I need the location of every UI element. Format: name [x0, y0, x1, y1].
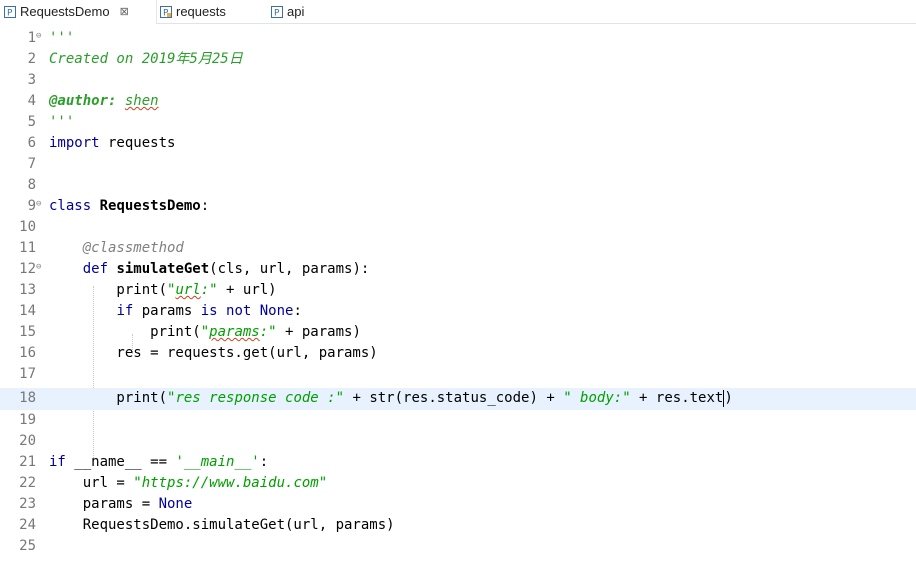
line-number: 22	[19, 475, 36, 491]
line-number: 15	[19, 324, 36, 340]
code-line: 17	[0, 364, 916, 385]
svg-text:P: P	[274, 9, 280, 19]
line-number: 2	[27, 51, 36, 67]
fold-collapse-icon[interactable]: ⊖	[36, 263, 45, 272]
code-line: 6 import requests	[0, 133, 916, 154]
tab-requestsdemo[interactable]: P RequestsDemo ⊠	[0, 0, 157, 24]
code-line: 24 RequestsDemo.simulateGet(url, params)	[0, 515, 916, 536]
line-number: 14	[19, 303, 36, 319]
code-editor[interactable]: 1 ⊖ ''' 2 Created on 2019年5月25日 3 4 @aut…	[0, 24, 916, 565]
line-number: 7	[27, 156, 36, 172]
line-content: params = None	[49, 496, 193, 512]
line-number: 19	[19, 412, 36, 428]
line-number: 6	[27, 135, 36, 151]
line-content: @classmethod	[82, 240, 184, 256]
line-content: if params is not None:	[116, 303, 302, 319]
line-number: 4	[27, 93, 36, 109]
line-content: '''	[49, 30, 75, 46]
line-number: 3	[27, 72, 36, 88]
line-number: 24	[19, 517, 36, 533]
line-number: 20	[19, 433, 36, 449]
code-line: 11 @classmethod	[0, 238, 916, 259]
line-number: 11	[19, 240, 36, 256]
fold-collapse-icon[interactable]: ⊖	[36, 200, 45, 209]
line-number: 5	[27, 114, 36, 130]
code-line: 21 if __name__ == '__main__':	[0, 452, 916, 473]
code-line: 12 ⊖ def simulateGet(cls, url, params):	[0, 259, 916, 280]
code-line: 1 ⊖ '''	[0, 28, 916, 49]
line-number: 10	[19, 219, 36, 235]
line-content: @author: shen	[49, 93, 159, 109]
tab-requests[interactable]: P requests	[160, 0, 226, 24]
line-number: 8	[27, 177, 36, 193]
line-content: class RequestsDemo:	[49, 198, 210, 214]
line-number: 16	[19, 345, 36, 361]
line-number: 13	[19, 282, 36, 298]
python-file-icon: P	[271, 6, 283, 18]
line-number: 23	[19, 496, 36, 512]
code-line: 13 print("url:" + url)	[0, 280, 916, 301]
line-content: def simulateGet(cls, url, params):	[82, 261, 370, 277]
code-line: 7	[0, 154, 916, 175]
line-content: if __name__ == '__main__':	[49, 454, 269, 470]
line-number: 18	[19, 390, 36, 406]
line-number: 1	[27, 30, 36, 46]
line-content: print("res response code :" + str(res.st…	[49, 389, 733, 407]
line-content: RequestsDemo.simulateGet(url, params)	[49, 517, 395, 533]
code-line: 14 if params is not None:	[0, 301, 916, 322]
tab-label: RequestsDemo	[20, 4, 110, 19]
line-content: import requests	[49, 135, 176, 151]
code-line: 15 print("params:" + params)	[0, 322, 916, 343]
tab-api[interactable]: P api	[271, 0, 304, 24]
line-content: url = "https://www.baidu.com"	[49, 475, 328, 491]
tab-label: requests	[176, 4, 226, 19]
python-file-icon: P	[4, 6, 16, 18]
code-line: 4 @author: shen	[0, 91, 916, 112]
line-content: '''	[49, 114, 75, 130]
line-content: print("url:" + url)	[49, 282, 277, 298]
editor-tab-bar: P RequestsDemo ⊠ P requests P api	[0, 0, 916, 24]
current-code-line: 18 print("res response code :" + str(res…	[0, 388, 916, 410]
fold-collapse-icon[interactable]: ⊖	[36, 32, 45, 41]
tab-label: api	[287, 4, 305, 19]
code-line: 9 ⊖ class RequestsDemo:	[0, 196, 916, 217]
line-number: 25	[19, 538, 36, 554]
code-line: 2 Created on 2019年5月25日	[0, 49, 916, 70]
code-line: 5 '''	[0, 112, 916, 133]
svg-text:P: P	[7, 9, 13, 19]
line-number: 21	[19, 454, 36, 470]
line-number: 9	[27, 198, 36, 214]
line-number: 12	[19, 261, 36, 277]
code-line: 16 res = requests.get(url, params)	[0, 343, 916, 364]
line-number: 17	[19, 366, 36, 382]
line-content: Created on 2019年5月25日	[49, 51, 243, 67]
code-line: 23 params = None	[0, 494, 916, 515]
line-content: res = requests.get(url, params)	[49, 345, 378, 361]
close-tab-icon[interactable]: ⊠	[120, 0, 129, 24]
line-content: print("params:" + params)	[49, 324, 361, 340]
code-line: 25	[0, 536, 916, 557]
code-line: 3	[0, 70, 916, 91]
code-line: 20	[0, 431, 916, 452]
code-line: 19	[0, 410, 916, 431]
python-package-icon: P	[160, 6, 172, 18]
code-line: 8	[0, 175, 916, 196]
code-line: 22 url = "https://www.baidu.com"	[0, 473, 916, 494]
code-line: 10	[0, 217, 916, 238]
